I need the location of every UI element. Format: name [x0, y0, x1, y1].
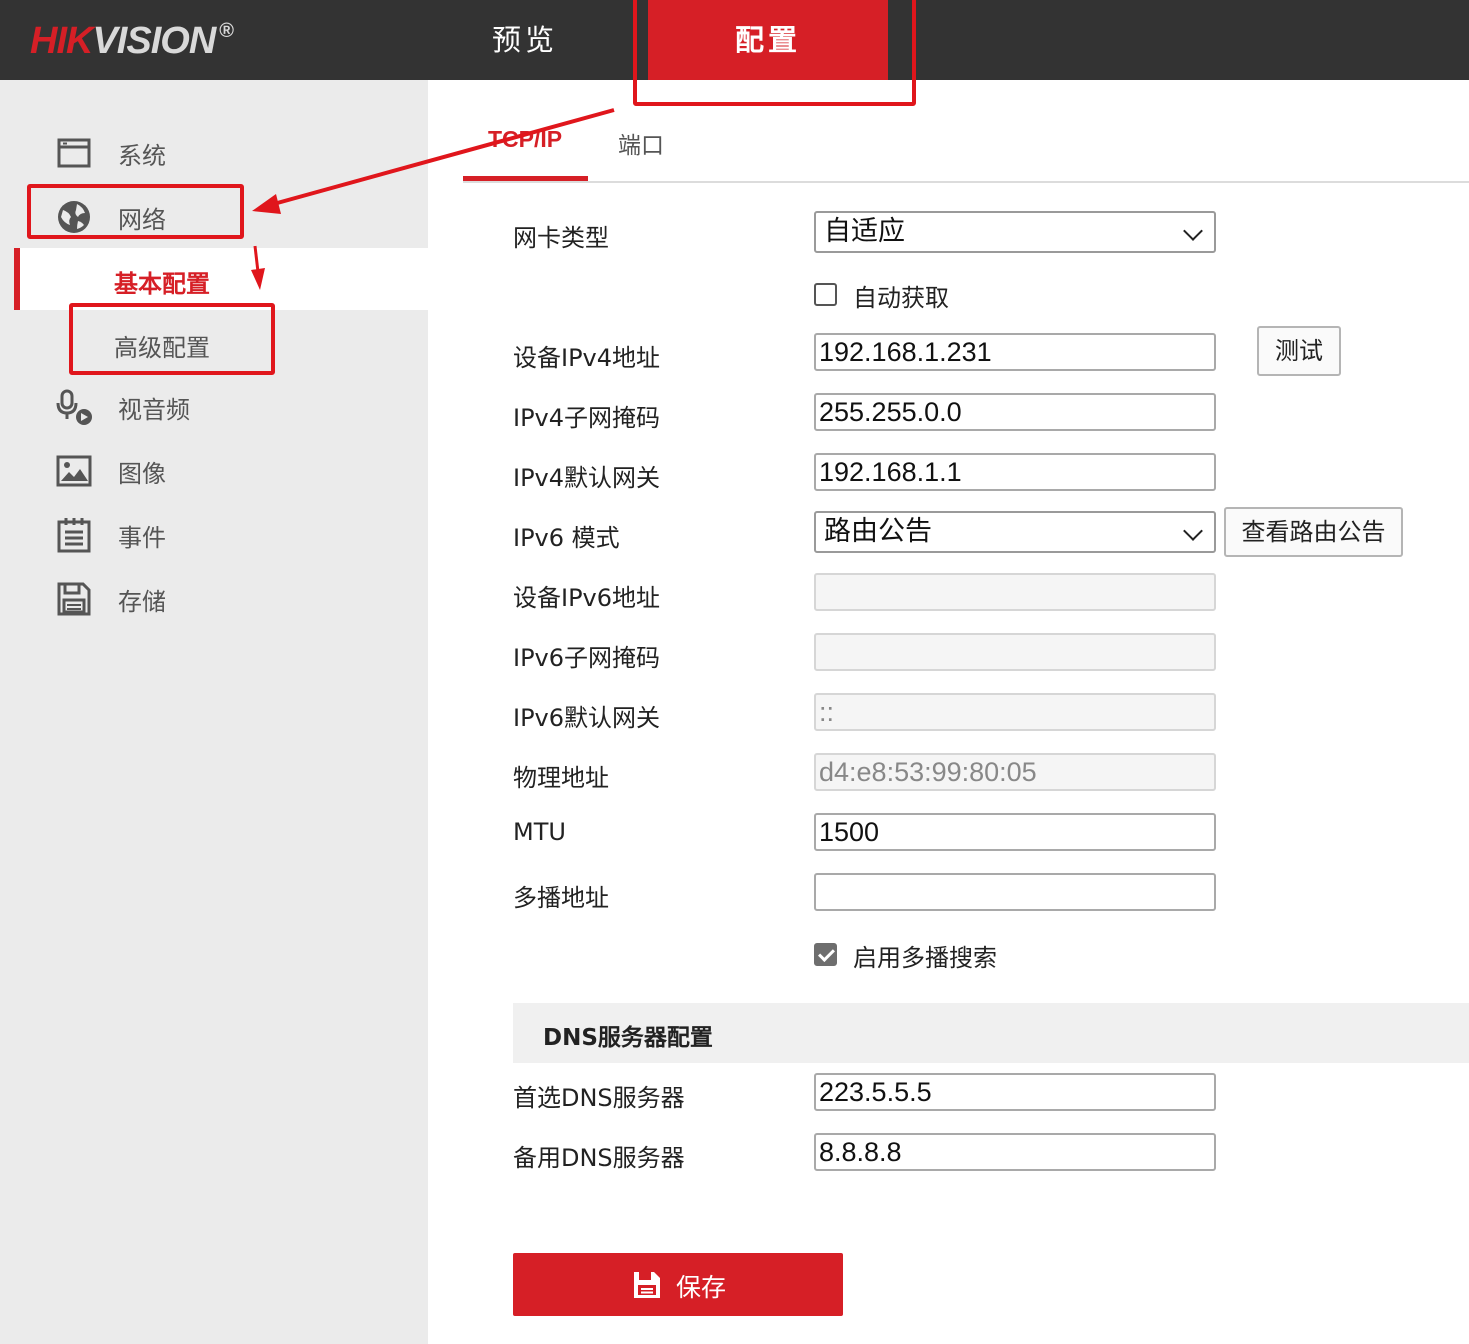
sidebar-item-network[interactable]: 网络 — [0, 186, 428, 246]
test-button[interactable]: 测试 — [1257, 326, 1341, 376]
content-tabs: TCP/IP 端口 — [463, 108, 1469, 183]
save-icon — [634, 1272, 660, 1298]
image-icon — [56, 455, 92, 487]
sidebar-item-storage[interactable]: 存储 — [0, 568, 428, 628]
window-icon — [57, 138, 91, 168]
top-navbar: HIKVISION ® 预览 配置 — [0, 0, 1469, 80]
ipv4-gateway-label: IPv4默认网关 — [513, 464, 661, 492]
floppy-icon — [57, 582, 91, 616]
mtu-label: MTU — [513, 818, 566, 846]
ipv6-mode-value: 路由公告 — [824, 516, 932, 547]
secondary-dns-label: 备用DNS服务器 — [513, 1144, 685, 1172]
save-button[interactable]: 保存 — [513, 1253, 843, 1316]
mtu-field[interactable]: 1500 — [814, 813, 1216, 851]
nav-tab-config[interactable]: 配置 — [648, 0, 888, 80]
sidebar-item-label: 事件 — [118, 524, 166, 552]
ipv4-mask-field[interactable]: 255.255.0.0 — [814, 393, 1216, 431]
sidebar-item-label: 系统 — [118, 142, 166, 170]
secondary-dns-field[interactable]: 8.8.8.8 — [814, 1133, 1216, 1171]
view-route-announcement-button[interactable]: 查看路由公告 — [1224, 507, 1403, 557]
sidebar-subitem-advanced-config[interactable]: 高级配置 — [20, 312, 428, 374]
primary-dns-label: 首选DNS服务器 — [513, 1084, 685, 1112]
sidebar-item-label: 视音频 — [118, 396, 190, 424]
calendar-icon — [57, 518, 91, 553]
mac-address-field: d4:e8:53:99:80:05 — [814, 753, 1216, 791]
multicast-search-label: 启用多播搜索 — [853, 944, 997, 972]
save-button-label: 保存 — [676, 1273, 727, 1302]
nic-type-value: 自适应 — [824, 216, 905, 247]
primary-dns-field[interactable]: 223.5.5.5 — [814, 1073, 1216, 1111]
dns-section-title: DNS服务器配置 — [543, 1025, 713, 1051]
ipv6-mask-label: IPv6子网掩码 — [513, 644, 661, 672]
ipv4-gateway-field[interactable]: 192.168.1.1 — [814, 453, 1216, 491]
sidebar-item-event[interactable]: 事件 — [0, 504, 428, 564]
nic-type-select[interactable]: 自适应 — [814, 211, 1216, 253]
active-tab-indicator — [463, 176, 588, 181]
ipv4-address-field[interactable]: 192.168.1.231 — [814, 333, 1216, 371]
multicast-address-field[interactable] — [814, 873, 1216, 911]
ipv4-address-label: 设备IPv4地址 — [513, 344, 661, 372]
sidebar-item-label: 网络 — [118, 206, 166, 234]
dns-section-header: DNS服务器配置 — [513, 1003, 1469, 1063]
ipv6-gateway-field: :: — [814, 693, 1216, 731]
sidebar-item-label: 图像 — [118, 460, 166, 488]
logo-text-grey: VISION — [92, 20, 216, 62]
tab-tcpip[interactable]: TCP/IP — [488, 126, 562, 153]
hikvision-logo: HIKVISION ® — [30, 20, 234, 63]
multicast-address-label: 多播地址 — [513, 884, 609, 912]
ipv6-mask-field — [814, 633, 1216, 671]
ipv4-mask-label: IPv4子网掩码 — [513, 404, 661, 432]
logo-text-red: HIK — [30, 20, 93, 62]
ipv6-address-field — [814, 573, 1216, 611]
chevron-down-icon — [1183, 221, 1203, 241]
multicast-search-checkbox[interactable] — [814, 943, 837, 966]
nic-type-label: 网卡类型 — [513, 224, 609, 252]
mac-address-label: 物理地址 — [513, 764, 609, 792]
nav-tab-preview[interactable]: 预览 — [460, 0, 590, 80]
dhcp-checkbox[interactable] — [814, 283, 837, 306]
sidebar-item-system[interactable]: 系统 — [0, 122, 428, 182]
ipv6-address-label: 设备IPv6地址 — [513, 584, 661, 612]
ipv6-mode-select[interactable]: 路由公告 — [814, 511, 1216, 553]
sidebar-item-label: 存储 — [118, 588, 166, 616]
sidebar-subitem-label: 高级配置 — [114, 334, 210, 362]
sidebar-subitem-label: 基本配置 — [114, 270, 210, 298]
sidebar-item-video-audio[interactable]: 视音频 — [0, 376, 428, 436]
globe-icon — [58, 201, 90, 233]
dhcp-label: 自动获取 — [853, 284, 949, 312]
chevron-down-icon — [1183, 521, 1203, 541]
sidebar-subitem-basic-config[interactable]: 基本配置 — [14, 248, 428, 310]
tab-port[interactable]: 端口 — [618, 126, 664, 160]
ipv6-mode-label: IPv6 模式 — [513, 524, 620, 552]
logo-registered-mark: ® — [219, 20, 234, 42]
sidebar-item-image[interactable]: 图像 — [0, 440, 428, 500]
ipv6-gateway-label: IPv6默认网关 — [513, 704, 661, 732]
mic-camera-icon — [56, 389, 92, 425]
